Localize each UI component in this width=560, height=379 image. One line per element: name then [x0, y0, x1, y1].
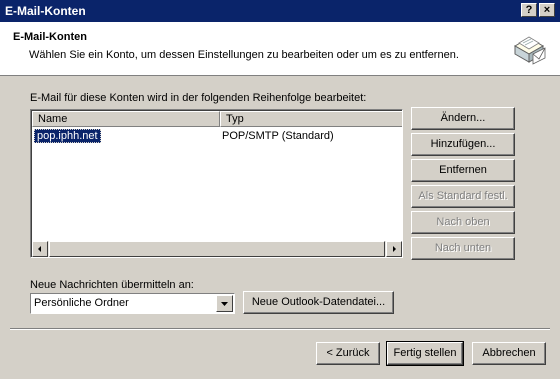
- change-button[interactable]: Ändern...: [411, 107, 515, 130]
- arrow-left-icon: [38, 246, 41, 252]
- delivery-label: Neue Nachrichten übermitteln an:: [30, 279, 194, 291]
- arrow-right-icon: [393, 246, 396, 252]
- back-button[interactable]: < Zurück: [316, 342, 380, 365]
- accounts-list[interactable]: Name Typ pop.iphh.net POP/SMTP (Standard…: [30, 109, 403, 258]
- separator: [10, 328, 550, 330]
- remove-button[interactable]: Entfernen: [411, 159, 515, 182]
- column-header-type[interactable]: Typ: [220, 111, 402, 127]
- delivery-location-value: Persönliche Ordner: [34, 297, 129, 309]
- move-down-button[interactable]: Nach unten: [411, 237, 515, 260]
- scroll-right-button[interactable]: [386, 241, 402, 257]
- accounts-caption: E-Mail für diese Konten wird in der folg…: [30, 92, 367, 104]
- header-description: Wählen Sie ein Konto, um dessen Einstell…: [29, 49, 459, 61]
- new-datafile-button[interactable]: Neue Outlook-Datendatei...: [243, 291, 394, 314]
- close-button[interactable]: ×: [539, 3, 555, 17]
- wizard-header: E-Mail-Konten Wählen Sie ein Konto, um d…: [0, 22, 560, 76]
- dropdown-button[interactable]: [216, 295, 233, 312]
- cancel-button[interactable]: Abbrechen: [472, 342, 546, 365]
- account-row-type: POP/SMTP (Standard): [222, 130, 334, 142]
- window-title: E-Mail-Konten: [5, 4, 86, 18]
- set-default-button[interactable]: Als Standard festl.: [411, 185, 515, 208]
- chevron-down-icon: [221, 302, 228, 306]
- move-up-button[interactable]: Nach oben: [411, 211, 515, 234]
- mail-accounts-icon: [513, 36, 546, 65]
- horizontal-scrollbar[interactable]: [32, 241, 402, 257]
- finish-button[interactable]: Fertig stellen: [386, 341, 464, 366]
- scroll-thumb[interactable]: [49, 241, 385, 257]
- delivery-location-select[interactable]: Persönliche Ordner: [30, 293, 235, 314]
- account-row-name[interactable]: pop.iphh.net: [34, 129, 101, 143]
- scroll-left-button[interactable]: [32, 241, 48, 257]
- help-button[interactable]: ?: [521, 3, 537, 17]
- title-bar: E-Mail-Konten ? ×: [0, 0, 560, 22]
- add-button[interactable]: Hinzufügen...: [411, 133, 515, 156]
- header-title: E-Mail-Konten: [13, 31, 87, 43]
- column-header-name[interactable]: Name: [32, 111, 220, 127]
